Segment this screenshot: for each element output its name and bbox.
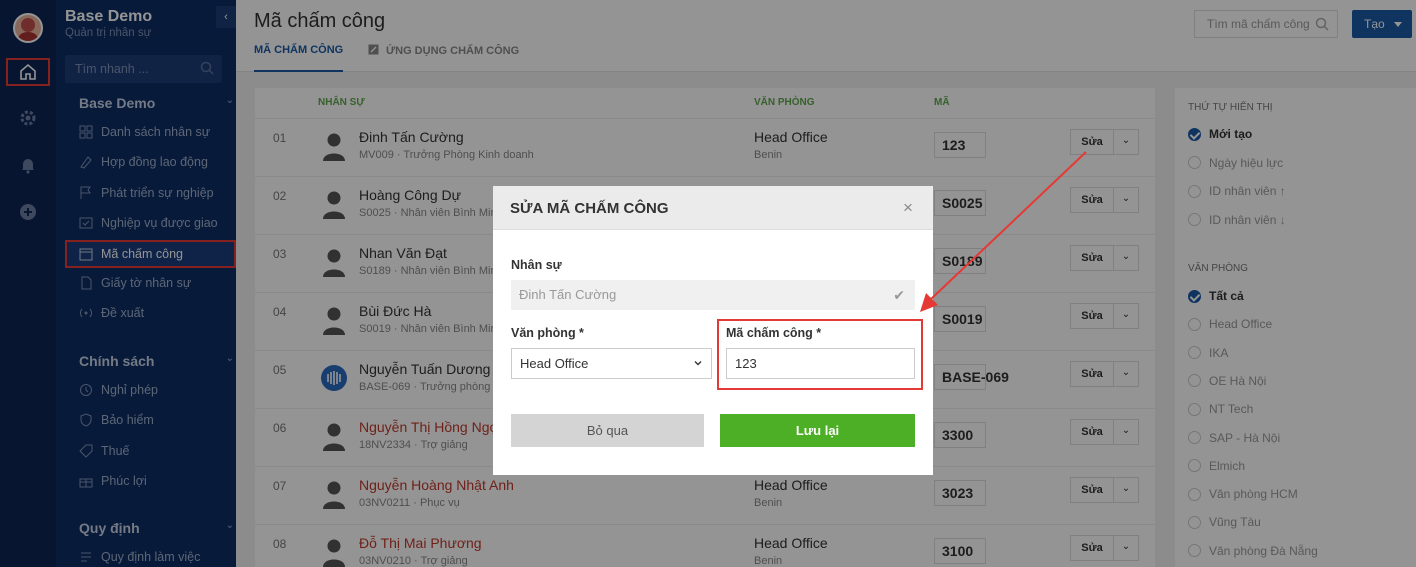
timekeeping-code-input[interactable]	[726, 348, 915, 379]
edit-timekeeping-code-dialog: SỬA MÃ CHẤM CÔNG × Nhân sự Đinh Tấn Cườn…	[493, 186, 933, 475]
staff-value: Đinh Tấn Cường	[519, 287, 617, 302]
code-label: Mã chấm công *	[726, 326, 822, 340]
staff-field: Đinh Tấn Cường ✔	[511, 280, 915, 310]
dialog-title: SỬA MÃ CHẤM CÔNG	[510, 200, 669, 217]
cancel-button[interactable]: Bỏ qua	[511, 414, 704, 447]
check-icon: ✔	[893, 287, 905, 303]
staff-label: Nhân sự	[511, 258, 562, 272]
close-icon[interactable]: ×	[903, 198, 913, 218]
office-select[interactable]: Head Office	[511, 348, 712, 379]
office-selected-value: Head Office	[520, 356, 589, 371]
dialog-header: SỬA MÃ CHẤM CÔNG ×	[493, 186, 933, 230]
office-label: Văn phòng *	[511, 326, 584, 340]
save-button[interactable]: Lưu lại	[720, 414, 915, 447]
chevron-down-icon	[694, 361, 702, 366]
